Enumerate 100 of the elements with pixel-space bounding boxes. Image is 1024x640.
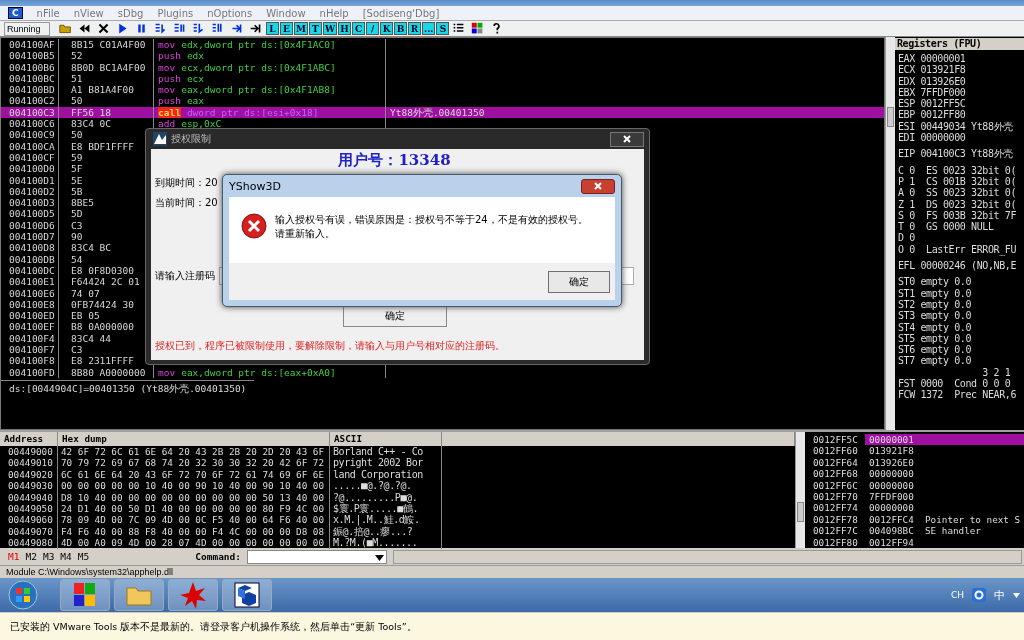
disassembly-row[interactable]: 004100C3 FF56 18 call dword ptr ds:[esi+0x18] Yt88外壳.00401350 <box>1 106 884 119</box>
close-button[interactable] <box>610 131 644 147</box>
register-line: A 0 SS 0023 32bit 0( <box>898 187 1018 199</box>
register-line: EFL 00000246 (NO,NB,E <box>898 260 1018 272</box>
stack-value[interactable]: 00000000 <box>865 502 923 514</box>
disassembly-row[interactable]: 004100AF 8B15 C01A4F00 mov edx,dword ptr ds:[0x4F1AC0] <box>1 39 884 51</box>
menu-item[interactable]: nView <box>73 7 104 19</box>
help-icon[interactable] <box>490 22 503 35</box>
close-icon[interactable] <box>96 22 110 35</box>
toolbar-button[interactable]: S <box>436 22 450 35</box>
toolbar-button[interactable]: L <box>266 22 279 35</box>
disassembly-row[interactable]: 004100FD 8B80 A0000000 mov eax,dword ptr ds:[eax+0xA0] <box>1 366 884 378</box>
menu-item[interactable]: [Sodiseng'Dbg] <box>362 7 440 19</box>
hex-bytes: 70 79 72 69 67 68 74 20 32 30 30 32 20 42 6F 72 <box>58 457 330 469</box>
column-header[interactable]: ASCII <box>330 432 442 446</box>
register-line: ST7 empty 0.0 <box>898 355 973 367</box>
command-field[interactable] <box>247 549 388 564</box>
operands: dword ptr ds:[esi+0x18] <box>186 106 319 119</box>
operands: eax,dword ptr ds:[0x4F1AB8] <box>181 84 336 96</box>
menu-item[interactable]: Window <box>266 7 306 19</box>
disassembly-row[interactable]: 004100BC 51 push ecx <box>1 72 884 85</box>
message-text: 输入授权号有误，错误原因是：授权号不等于24，不是有效的授权号。 <box>275 213 588 227</box>
trace-into-icon[interactable] <box>191 22 205 35</box>
register-line: EBX 7FFDF000 <box>898 86 967 99</box>
toolbar-button[interactable]: M <box>294 22 308 35</box>
address-cell-text: 0012FF64 <box>812 456 859 469</box>
disassembly-row[interactable]: 004100B6 8B0D BC1A4F00 mov ecx,dword ptr ds:[0x4F1ABC] <box>1 61 884 73</box>
register-line: ESP 0012FF5C <box>898 98 967 110</box>
warning-text: 授权已到，程序已被限制使用，要解除限制，请输入与用户号相对应的注册码。 <box>155 339 506 353</box>
stack-value[interactable]: 00000000 <box>865 468 923 480</box>
stack-value[interactable]: 013921F8 <box>865 445 923 457</box>
scrollbar[interactable] <box>885 37 895 430</box>
toolbar-button[interactable]: ... <box>422 22 436 35</box>
memory-tab[interactable]: M4 <box>60 551 72 562</box>
hex-cell: 8B0D BC1A4F00 <box>59 61 154 73</box>
toolbar-button[interactable]: C <box>352 22 366 35</box>
hex-bytes: 78 09 4D 00 7C 09 4D 00 0C F5 40 00 64 F6 40 00 <box>58 514 330 526</box>
operands: ecx,dword ptr ds:[0x4F1ABC] <box>181 61 336 73</box>
mnemonic: push <box>158 72 181 85</box>
menu-item[interactable]: nOptions <box>207 7 253 19</box>
toolbar-button[interactable]: W <box>322 22 338 35</box>
stack-value[interactable]: 00000000 <box>865 479 923 491</box>
column-header[interactable]: Address <box>0 432 58 446</box>
menu-item[interactable]: sDbg <box>117 7 144 19</box>
memory-tab[interactable]: M2 <box>25 551 37 562</box>
trace-over-icon[interactable] <box>210 22 224 35</box>
menu-item[interactable]: Plugins <box>157 7 194 19</box>
hex-bytes: 42 6F 72 6C 61 6E 64 20 43 2B 2B 20 2D 20 43 6F <box>58 446 330 458</box>
mnemonic: push <box>158 95 181 107</box>
stack-value[interactable]: 0012FFC4 <box>865 513 923 526</box>
address-cell: 004100B5 <box>1 50 59 62</box>
disassembly-row[interactable]: 004100C2 50 push eax <box>1 95 884 107</box>
toolbar-button[interactable]: T <box>308 22 322 35</box>
mnemonic: mov <box>158 61 176 73</box>
color-grid-icon[interactable] <box>471 22 484 35</box>
register-line: P 1 CS 001B 32bit 0( <box>898 175 1018 188</box>
toolbar-button[interactable]: / <box>366 22 380 35</box>
memory-tab[interactable]: M5 <box>77 551 90 562</box>
language-indicator[interactable]: CH <box>950 590 964 600</box>
app-logo: C <box>8 7 23 19</box>
pane-title: Registers (FPU) <box>895 38 1024 50</box>
toolbar-button[interactable]: E <box>280 22 293 35</box>
user-id: 用户号：13348 <box>337 151 452 171</box>
list-icon[interactable] <box>452 22 465 35</box>
menu-item[interactable]: nHelp <box>319 7 349 19</box>
stack-value[interactable]: 004098BC <box>865 525 923 537</box>
caret-icon[interactable] <box>1013 592 1020 598</box>
register-line: EAX 00000001 <box>898 53 967 65</box>
cubes-icon[interactable] <box>232 580 262 610</box>
close-button[interactable] <box>581 178 615 194</box>
hex-cell: FF56 18 <box>59 106 154 119</box>
dropdown-arrow-icon[interactable] <box>375 554 385 561</box>
hex-cell: 51 <box>59 72 154 85</box>
hex-cell: 8B80 A0000000 <box>59 366 154 378</box>
stack-value[interactable]: 7FFDF000 <box>865 490 923 503</box>
goto-icon[interactable] <box>248 22 262 35</box>
input-method-indicator[interactable]: 中 <box>994 587 1005 603</box>
step-over-icon[interactable] <box>172 22 186 35</box>
start-orb-icon[interactable] <box>8 580 38 610</box>
ok-button[interactable]: 确定 <box>548 270 610 293</box>
register-line: EDX 013926E0 <box>898 75 967 87</box>
toolbar-button[interactable]: H <box>338 22 352 35</box>
menu-item[interactable]: nFile <box>36 7 60 19</box>
toolbar-button[interactable]: R <box>408 22 422 35</box>
mnemonic: mov <box>158 84 176 96</box>
step-into-icon[interactable] <box>153 22 167 35</box>
stack-value[interactable]: 0012FF94 <box>865 536 923 548</box>
scrollbar[interactable] <box>795 432 805 548</box>
stack-value[interactable]: 013926E0 <box>865 456 923 469</box>
toolbar-button[interactable]: B <box>394 22 408 35</box>
return-icon[interactable] <box>229 22 243 35</box>
disassembly-row[interactable]: 004100B5 52 push edx <box>1 50 884 62</box>
toolbar-button[interactable]: K <box>380 22 394 35</box>
column-header[interactable]: Hex dump <box>58 432 330 446</box>
stack-value[interactable]: 00000001 <box>865 434 1024 446</box>
address-cell: 004100C2 <box>1 95 59 107</box>
operands: edx <box>186 50 205 62</box>
memory-tab[interactable]: M3 <box>42 551 55 562</box>
register-line: Z 1 DS 0023 32bit 0( <box>898 198 1018 210</box>
disassembly-row[interactable]: 004100BD A1 B81A4F00 mov eax,dword ptr ds:[0x4F1AB8] <box>1 84 884 96</box>
